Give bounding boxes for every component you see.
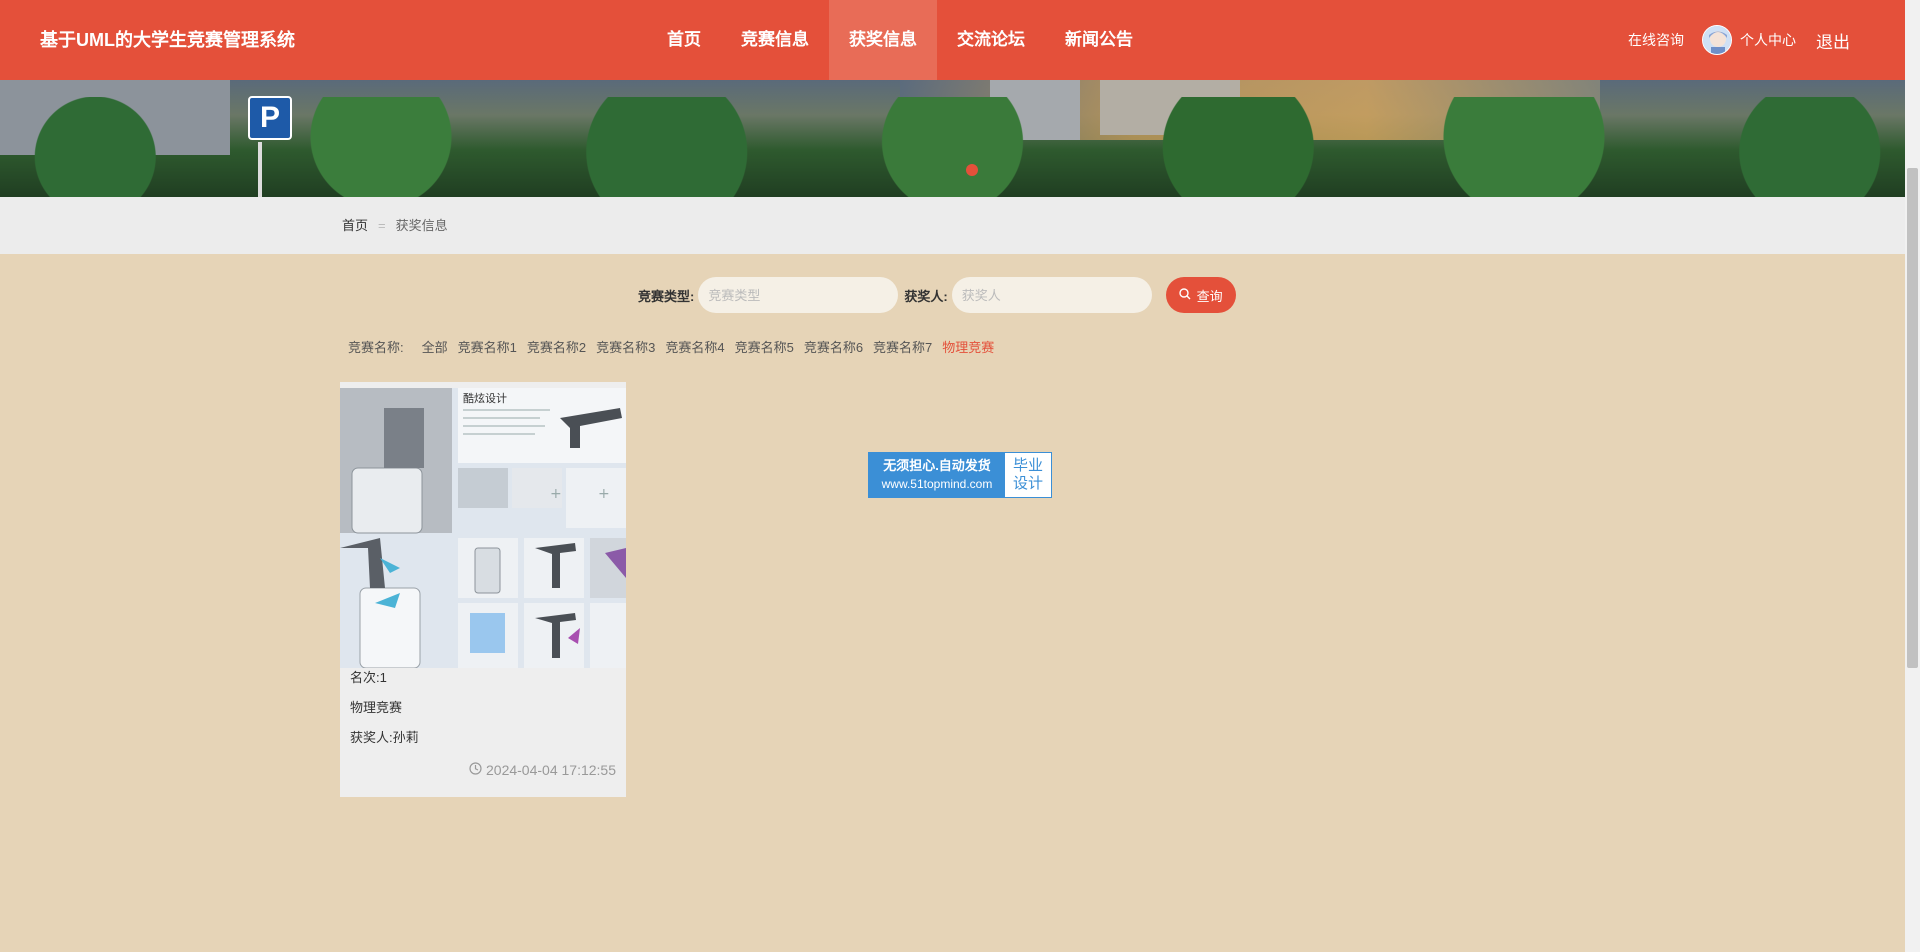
breadcrumb-separator: = [378, 218, 386, 233]
search-icon [1178, 287, 1191, 303]
filter-option-all[interactable]: 全部 [422, 337, 448, 356]
award-competition: 物理竞赛 [350, 700, 403, 715]
award-winner: 获奖人:孙莉 [350, 730, 419, 745]
ad-banner[interactable]: 无须担心.自动发货 www.51topmind.com 毕业 设计 [868, 452, 1052, 498]
svg-text:+: + [550, 486, 562, 502]
filter-option[interactable]: 竞赛名称5 [735, 337, 794, 356]
nav-awards[interactable]: 获奖信息 [829, 0, 937, 80]
clock-icon [469, 762, 482, 778]
avatar[interactable] [1702, 25, 1732, 55]
nav-news[interactable]: 新闻公告 [1045, 0, 1153, 80]
banner-carousel: P [0, 80, 1905, 197]
competition-type-label: 竞赛类型: [638, 288, 695, 304]
user-menu: 在线咨询 个人中心 退出 [1628, 0, 1850, 80]
award-time: 2024-04-04 17:12:55 [469, 762, 616, 778]
ad-badge-line1: 毕业 [1012, 457, 1043, 474]
ad-line1: 无须担心.自动发货 [883, 458, 991, 473]
sign-pole [258, 142, 262, 197]
competition-filter: 竞赛名称: 全部 竞赛名称1 竞赛名称2 竞赛名称3 竞赛名称4 竞赛名称5 竞… [348, 335, 1004, 357]
filter-option[interactable]: 竞赛名称7 [873, 337, 932, 356]
filter-option[interactable]: 竞赛名称2 [527, 337, 586, 356]
nav-forum[interactable]: 交流论坛 [937, 0, 1045, 80]
ad-text: 无须担心.自动发货 www.51topmind.com [869, 453, 1005, 497]
scrollbar-thumb[interactable] [1907, 168, 1918, 668]
nav-home[interactable]: 首页 [647, 0, 721, 80]
filter-option[interactable]: 竞赛名称1 [458, 337, 517, 356]
winner-input[interactable] [951, 277, 1152, 313]
filter-option[interactable]: 竞赛名称3 [596, 337, 655, 356]
filter-option[interactable]: 竞赛名称4 [665, 337, 724, 356]
search-button-label: 查询 [1196, 288, 1223, 304]
filter-title: 竞赛名称: [348, 339, 404, 355]
competition-type-input[interactable] [698, 277, 899, 313]
winner-label: 获奖人: [904, 288, 948, 304]
breadcrumb: 首页 = 获奖信息 [342, 197, 448, 254]
breadcrumb-home[interactable]: 首页 [342, 218, 368, 233]
main-nav: 首页 竞赛信息 获奖信息 交流论坛 新闻公告 [647, 0, 1153, 80]
site-brand[interactable]: 基于UML的大学生竞赛管理系统 [40, 0, 295, 80]
logout-link[interactable]: 退出 [1816, 28, 1850, 53]
online-consult-link[interactable]: 在线咨询 [1628, 30, 1684, 50]
search-button[interactable]: 查询 [1165, 277, 1236, 313]
carousel-dot[interactable] [966, 164, 978, 176]
ad-line2: www.51topmind.com [881, 477, 993, 491]
ad-badge-line2: 设计 [1012, 475, 1043, 492]
breadcrumb-current: 获奖信息 [395, 218, 448, 233]
nav-competitions[interactable]: 竞赛信息 [721, 0, 829, 80]
svg-text:+: + [598, 486, 610, 502]
parking-sign-icon: P [248, 96, 292, 140]
top-navbar: 基于UML的大学生竞赛管理系统 首页 竞赛信息 获奖信息 交流论坛 新闻公告 在… [0, 0, 1905, 80]
search-bar: 竞赛类型: 获奖人: 查询 [638, 276, 1236, 314]
poster-title: 酷炫设计 [463, 391, 507, 405]
personal-center-link[interactable]: 个人中心 [1740, 30, 1796, 50]
page-scrollbar[interactable] [1905, 0, 1920, 952]
ad-badge: 毕业 设计 [1005, 453, 1051, 497]
award-time-text: 2024-04-04 17:12:55 [486, 762, 616, 778]
award-poster-image[interactable]: 酷炫设计 + + [340, 388, 626, 668]
award-rank: 名次:1 [350, 670, 387, 685]
award-card[interactable]: 酷炫设计 + + 名次:1 物理竞赛 获奖人:孙莉 2024-04-04 17:… [340, 382, 626, 797]
filter-option[interactable]: 竞赛名称6 [804, 337, 863, 356]
breadcrumb-bar: 首页 = 获奖信息 [0, 197, 1905, 254]
filter-option-physics[interactable]: 物理竞赛 [942, 337, 994, 356]
